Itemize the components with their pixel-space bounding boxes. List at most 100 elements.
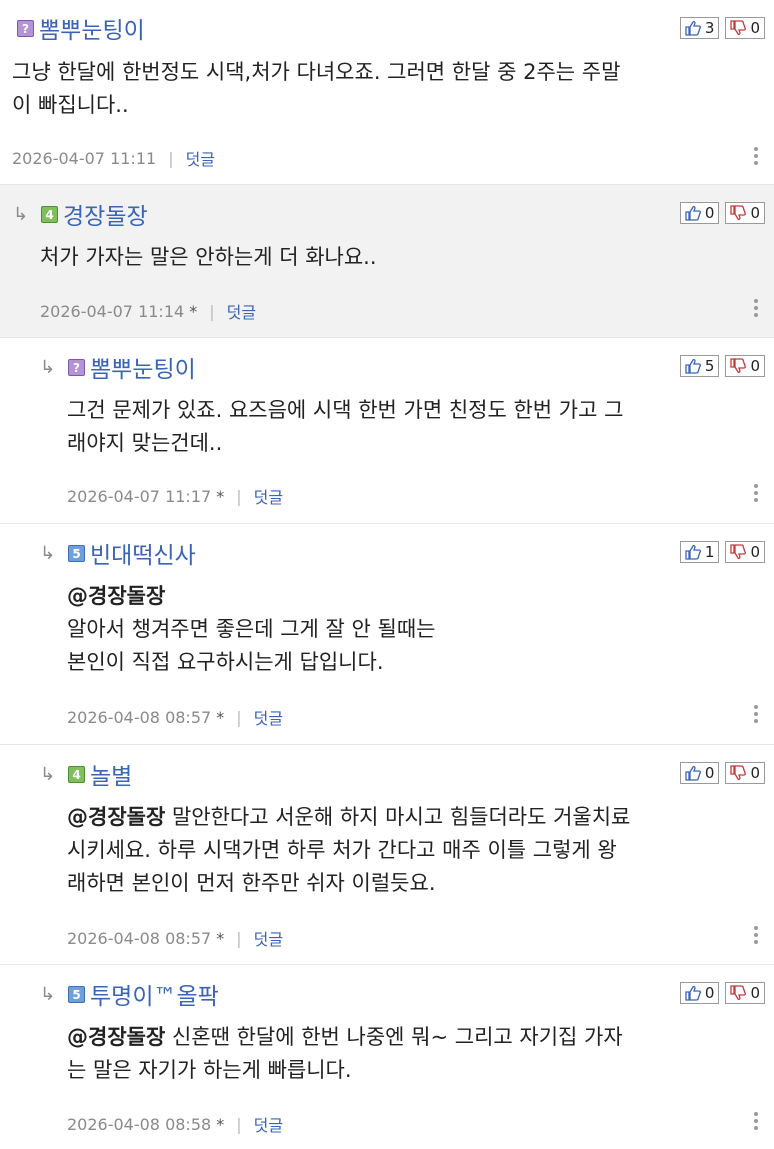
nickname-link[interactable]: 놀별: [90, 757, 132, 791]
comment-line: 본인이 직접 요구하시는게 답입니다.: [67, 650, 384, 674]
edited-star: *: [216, 486, 225, 506]
reply-link[interactable]: 덧글: [227, 299, 256, 323]
upvote-count: 5: [704, 357, 715, 375]
comment: ↳ 5 빈대떡신사 1 0 @경장돌장 알아서 챙겨주면 좋은데 그게 잘 안 …: [0, 524, 774, 745]
reply-link[interactable]: 덧글: [254, 705, 283, 729]
comment-line: 신혼땐 한달에 한번 나중엔 뭐~ 그리고 자기집 가자: [165, 1025, 623, 1049]
comment-line: 그냥 한달에 한번정도 시댁,처가 다녀오죠. 그러면 한달 중 2주는 주말: [12, 60, 621, 84]
comment-line: 래야지 맞는건데..: [67, 431, 223, 455]
level-icon: 4: [41, 205, 58, 223]
downvote-count: 0: [750, 984, 760, 1002]
upvote-button[interactable]: 1: [679, 541, 720, 563]
comment-line: 처가 가자는 말은 안하는게 더 화나요..: [40, 245, 377, 269]
comment: ? 뽐뿌눈팅이 3 0 그냥 한달에 한번정도 시댁,처가 다녀오죠. 그러면 …: [0, 0, 774, 185]
thumbs-down-icon: [730, 205, 747, 221]
downvote-button[interactable]: 0: [725, 982, 765, 1004]
downvote-count: 0: [750, 543, 760, 561]
mention-link[interactable]: @경장돌장: [67, 584, 165, 608]
comment-line: 이 빠집니다..: [12, 93, 129, 117]
comment-meta: 2026-04-08 08:58 * | 덧글: [67, 1112, 283, 1136]
reply-arrow-icon: ↳: [40, 763, 56, 785]
downvote-button[interactable]: 0: [725, 355, 765, 377]
more-options-icon[interactable]: [754, 705, 758, 723]
reply-arrow-icon: ↳: [40, 356, 56, 378]
vote-group: 3 0: [679, 17, 765, 39]
more-options-icon[interactable]: [754, 926, 758, 944]
thumbs-up-icon: [685, 985, 701, 1001]
comment-text: 그냥 한달에 한번정도 시댁,처가 다녀오죠. 그러면 한달 중 2주는 주말 …: [12, 56, 620, 122]
comment-meta: 2026-04-07 11:14 * | 덧글: [40, 299, 256, 323]
level-icon: ?: [17, 19, 34, 37]
edited-star: *: [189, 301, 198, 321]
downvote-button[interactable]: 0: [725, 541, 765, 563]
comment: ↳ ? 뽐뿌눈팅이 5 0 그건 문제가 있죠. 요즈음에 시댁 한번 가면 친…: [0, 338, 774, 524]
level-icon: 4: [68, 765, 85, 783]
separator: |: [168, 148, 174, 168]
comment-text: @경장돌장 알아서 챙겨주면 좋은데 그게 잘 안 될때는 본인이 직접 요구하…: [67, 580, 436, 679]
upvote-button[interactable]: 0: [679, 202, 720, 224]
comment-text: 처가 가자는 말은 안하는게 더 화나요..: [40, 241, 377, 274]
separator: |: [209, 301, 215, 321]
comment-meta: 2026-04-07 11:17 * | 덧글: [67, 484, 283, 508]
comment-header: ↳ 5 빈대떡신사: [40, 536, 196, 570]
thumbs-up-icon: [685, 765, 701, 781]
vote-group: 0 0: [679, 982, 765, 1004]
vote-group: 5 0: [679, 355, 765, 377]
comment-header: ↳ 4 놀별: [40, 757, 132, 791]
reply-arrow-icon: ↳: [40, 542, 56, 564]
reply-link[interactable]: 덧글: [186, 146, 215, 170]
thumbs-down-icon: [730, 20, 747, 36]
downvote-button[interactable]: 0: [725, 17, 765, 39]
level-icon: ?: [68, 358, 85, 376]
comment-line: 알아서 챙겨주면 좋은데 그게 잘 안 될때는: [67, 617, 436, 641]
comment-header: ↳ ? 뽐뿌눈팅이: [40, 350, 196, 384]
more-options-icon[interactable]: [754, 484, 758, 502]
comment-header: ? 뽐뿌눈팅이: [17, 11, 145, 45]
more-options-icon[interactable]: [754, 299, 758, 317]
vote-group: 0 0: [679, 202, 765, 224]
nickname-link[interactable]: 경장돌장: [63, 197, 148, 231]
downvote-button[interactable]: 0: [725, 762, 765, 784]
more-options-icon[interactable]: [754, 1112, 758, 1130]
nickname-link[interactable]: 빈대떡신사: [90, 536, 196, 570]
vote-group: 1 0: [679, 541, 765, 563]
comment-text: @경장돌장 말안한다고 서운해 하지 마시고 힘들더라도 거울치료 시키세요. …: [67, 801, 630, 900]
comment-line: 는 말은 자기가 하는게 빠릅니다.: [67, 1058, 352, 1082]
comment-text: @경장돌장 신혼땐 한달에 한번 나중엔 뭐~ 그리고 자기집 가자 는 말은 …: [67, 1021, 623, 1087]
upvote-button[interactable]: 0: [679, 982, 720, 1004]
more-options-icon[interactable]: [754, 147, 758, 165]
mention-link[interactable]: @경장돌장: [67, 1025, 165, 1049]
reply-link[interactable]: 덧글: [254, 484, 283, 508]
comment-header: ↳ 4 경장돌장: [13, 197, 148, 231]
comment-date: 2026-04-07 11:17: [67, 486, 212, 506]
reply-arrow-icon: ↳: [13, 203, 29, 225]
comment-line: 래하면 본인이 먼저 한주만 쉬자 이럴듯요.: [67, 871, 436, 895]
comment-line: 말안한다고 서운해 하지 마시고 힘들더라도 거울치료: [165, 805, 631, 829]
level-icon: 5: [68, 985, 85, 1003]
upvote-button[interactable]: 5: [679, 355, 720, 377]
thumbs-down-icon: [730, 985, 747, 1001]
upvote-button[interactable]: 3: [679, 17, 720, 39]
comment-line: 그건 문제가 있죠. 요즈음에 시댁 한번 가면 친정도 한번 가고 그: [67, 398, 624, 422]
comment-date: 2026-04-08 08:57: [67, 707, 212, 727]
comment: ↳ 4 놀별 0 0 @경장돌장 말안한다고 서운해 하지 마시고 힘들더라도 …: [0, 745, 774, 965]
downvote-button[interactable]: 0: [725, 202, 765, 224]
separator: |: [236, 486, 242, 506]
reply-link[interactable]: 덧글: [254, 926, 283, 950]
upvote-count: 0: [704, 984, 715, 1002]
thumbs-up-icon: [685, 358, 701, 374]
nickname-link[interactable]: 뽐뿌눈팅이: [90, 350, 196, 384]
comment-header: ↳ 5 투명이™올팍: [40, 977, 219, 1011]
upvote-button[interactable]: 0: [679, 762, 720, 784]
upvote-count: 1: [704, 543, 715, 561]
thumbs-down-icon: [730, 544, 747, 560]
nickname-link[interactable]: 뽐뿌눈팅이: [39, 11, 145, 45]
upvote-count: 0: [704, 204, 715, 222]
comment-date: 2026-04-07 11:11: [12, 148, 157, 168]
nickname-link[interactable]: 투명이™올팍: [90, 977, 219, 1011]
separator: |: [236, 1114, 242, 1134]
comment: ↳ 5 투명이™올팍 0 0 @경장돌장 신혼땐 한달에 한번 나중엔 뭐~ 그…: [0, 965, 774, 1149]
thumbs-up-icon: [685, 20, 701, 36]
mention-link[interactable]: @경장돌장: [67, 805, 165, 829]
reply-link[interactable]: 덧글: [254, 1112, 283, 1136]
